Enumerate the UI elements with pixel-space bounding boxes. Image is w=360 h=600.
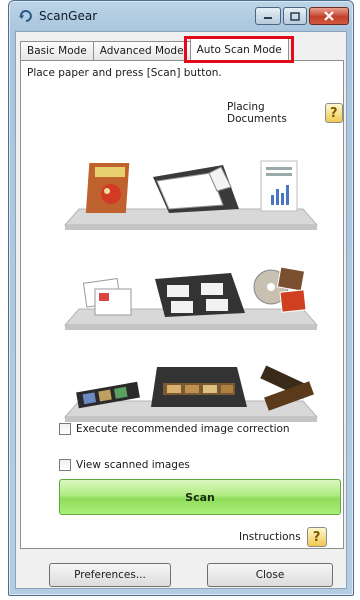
- flatbed-photos-icon: [155, 273, 245, 317]
- magazine-icon: [85, 163, 130, 213]
- close-button[interactable]: Close: [207, 563, 333, 587]
- close-window-button[interactable]: [309, 7, 349, 25]
- window-title: ScanGear: [39, 9, 98, 23]
- documents-shelf-illustration: [63, 160, 319, 230]
- dialog-client-area: Basic Mode Advanced Mode Auto Scan Mode …: [15, 31, 347, 589]
- close-window-icon: [324, 11, 334, 21]
- help-icon: ?: [312, 529, 321, 545]
- view-scanned-images-row[interactable]: View scanned images: [59, 459, 190, 471]
- scan-button[interactable]: Scan: [59, 479, 341, 515]
- shelf-edge: [65, 417, 317, 422]
- scangear-app-icon: [19, 10, 32, 22]
- minimize-icon: [264, 17, 272, 19]
- title-bar[interactable]: ScanGear: [9, 1, 353, 31]
- maximize-button[interactable]: [283, 7, 307, 25]
- execute-correction-checkbox[interactable]: [59, 423, 71, 435]
- minimize-button[interactable]: [255, 7, 281, 25]
- film-scanner-icon: [151, 367, 247, 407]
- report-document-icon: [260, 160, 298, 212]
- placing-documents-label: Placing Documents: [227, 101, 287, 125]
- help-icon: ?: [330, 105, 338, 121]
- disc-and-photos-icon: [253, 266, 307, 313]
- execute-correction-row[interactable]: Execute recommended image correction: [59, 423, 290, 435]
- scangear-window: ScanGear Basic Mode Advanced Mode Auto S…: [8, 0, 354, 596]
- shelf-edge: [65, 325, 317, 330]
- placing-documents-help-button[interactable]: ?: [324, 103, 343, 123]
- execute-correction-label: Execute recommended image correction: [76, 423, 290, 435]
- preferences-button[interactable]: Preferences...: [49, 563, 171, 587]
- auto-scan-panel: Place paper and press [Scan] button. Pla…: [20, 60, 344, 549]
- instructions-label: Instructions: [239, 531, 301, 543]
- shelf-edge: [65, 225, 317, 230]
- film-shelf-illustration: [63, 365, 319, 422]
- flatbed-document-icon: [153, 165, 239, 213]
- instructions-row: Instructions ?: [239, 527, 327, 547]
- view-scanned-images-label: View scanned images: [76, 459, 190, 471]
- tab-highlight-frame: [184, 36, 294, 63]
- tab-basic-mode[interactable]: Basic Mode: [20, 41, 94, 61]
- view-scanned-images-checkbox[interactable]: [59, 459, 71, 471]
- photos-shelf-illustration: [63, 266, 319, 330]
- maximize-icon: [290, 11, 300, 21]
- placing-documents-row: Placing Documents ?: [227, 101, 343, 125]
- tab-advanced-mode[interactable]: Advanced Mode: [92, 41, 191, 61]
- instructions-help-button[interactable]: ?: [306, 527, 327, 547]
- instruction-text: Place paper and press [Scan] button.: [27, 67, 222, 79]
